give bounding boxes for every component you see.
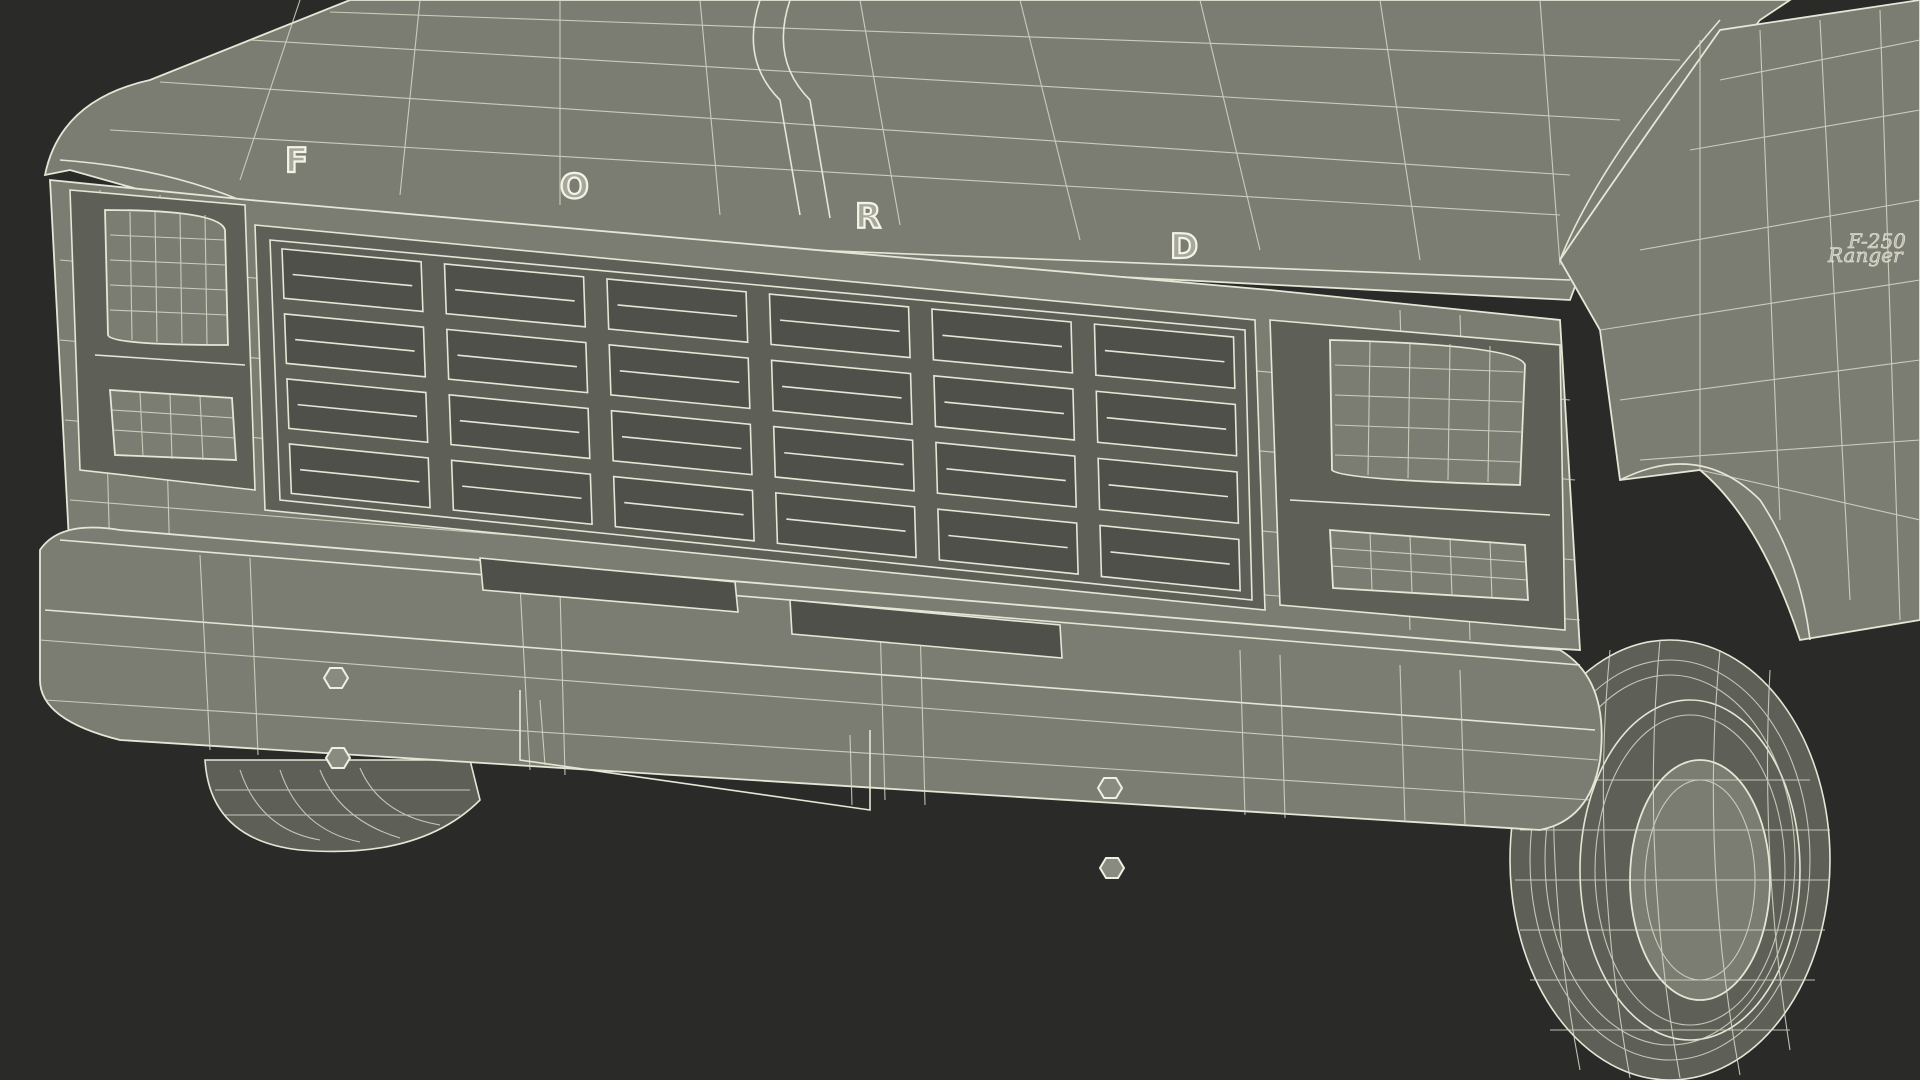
fender-badge-line2: F-250 <box>1847 229 1906 253</box>
viewport: F O R D Ranger F-250 <box>0 0 1920 1080</box>
truck-wireframe-render: F O R D Ranger F-250 <box>39 0 1920 1080</box>
bumper-bolt <box>324 747 352 769</box>
hood-letter-f: F <box>285 141 308 181</box>
bumper-bolt <box>1096 777 1124 799</box>
hood-letter-r: R <box>855 197 881 237</box>
hood-letter-d: D <box>1170 227 1198 267</box>
hood-letter-o: O <box>560 167 589 207</box>
right-headlight-cluster <box>1269 319 1566 631</box>
right-headlight <box>1329 339 1526 486</box>
bumper-bolt <box>1098 857 1126 879</box>
left-headlight <box>104 209 229 346</box>
front-left-tire <box>204 759 481 853</box>
left-parking-light <box>109 389 237 461</box>
left-headlight-cluster <box>69 189 256 491</box>
bumper-bolt <box>322 667 350 689</box>
